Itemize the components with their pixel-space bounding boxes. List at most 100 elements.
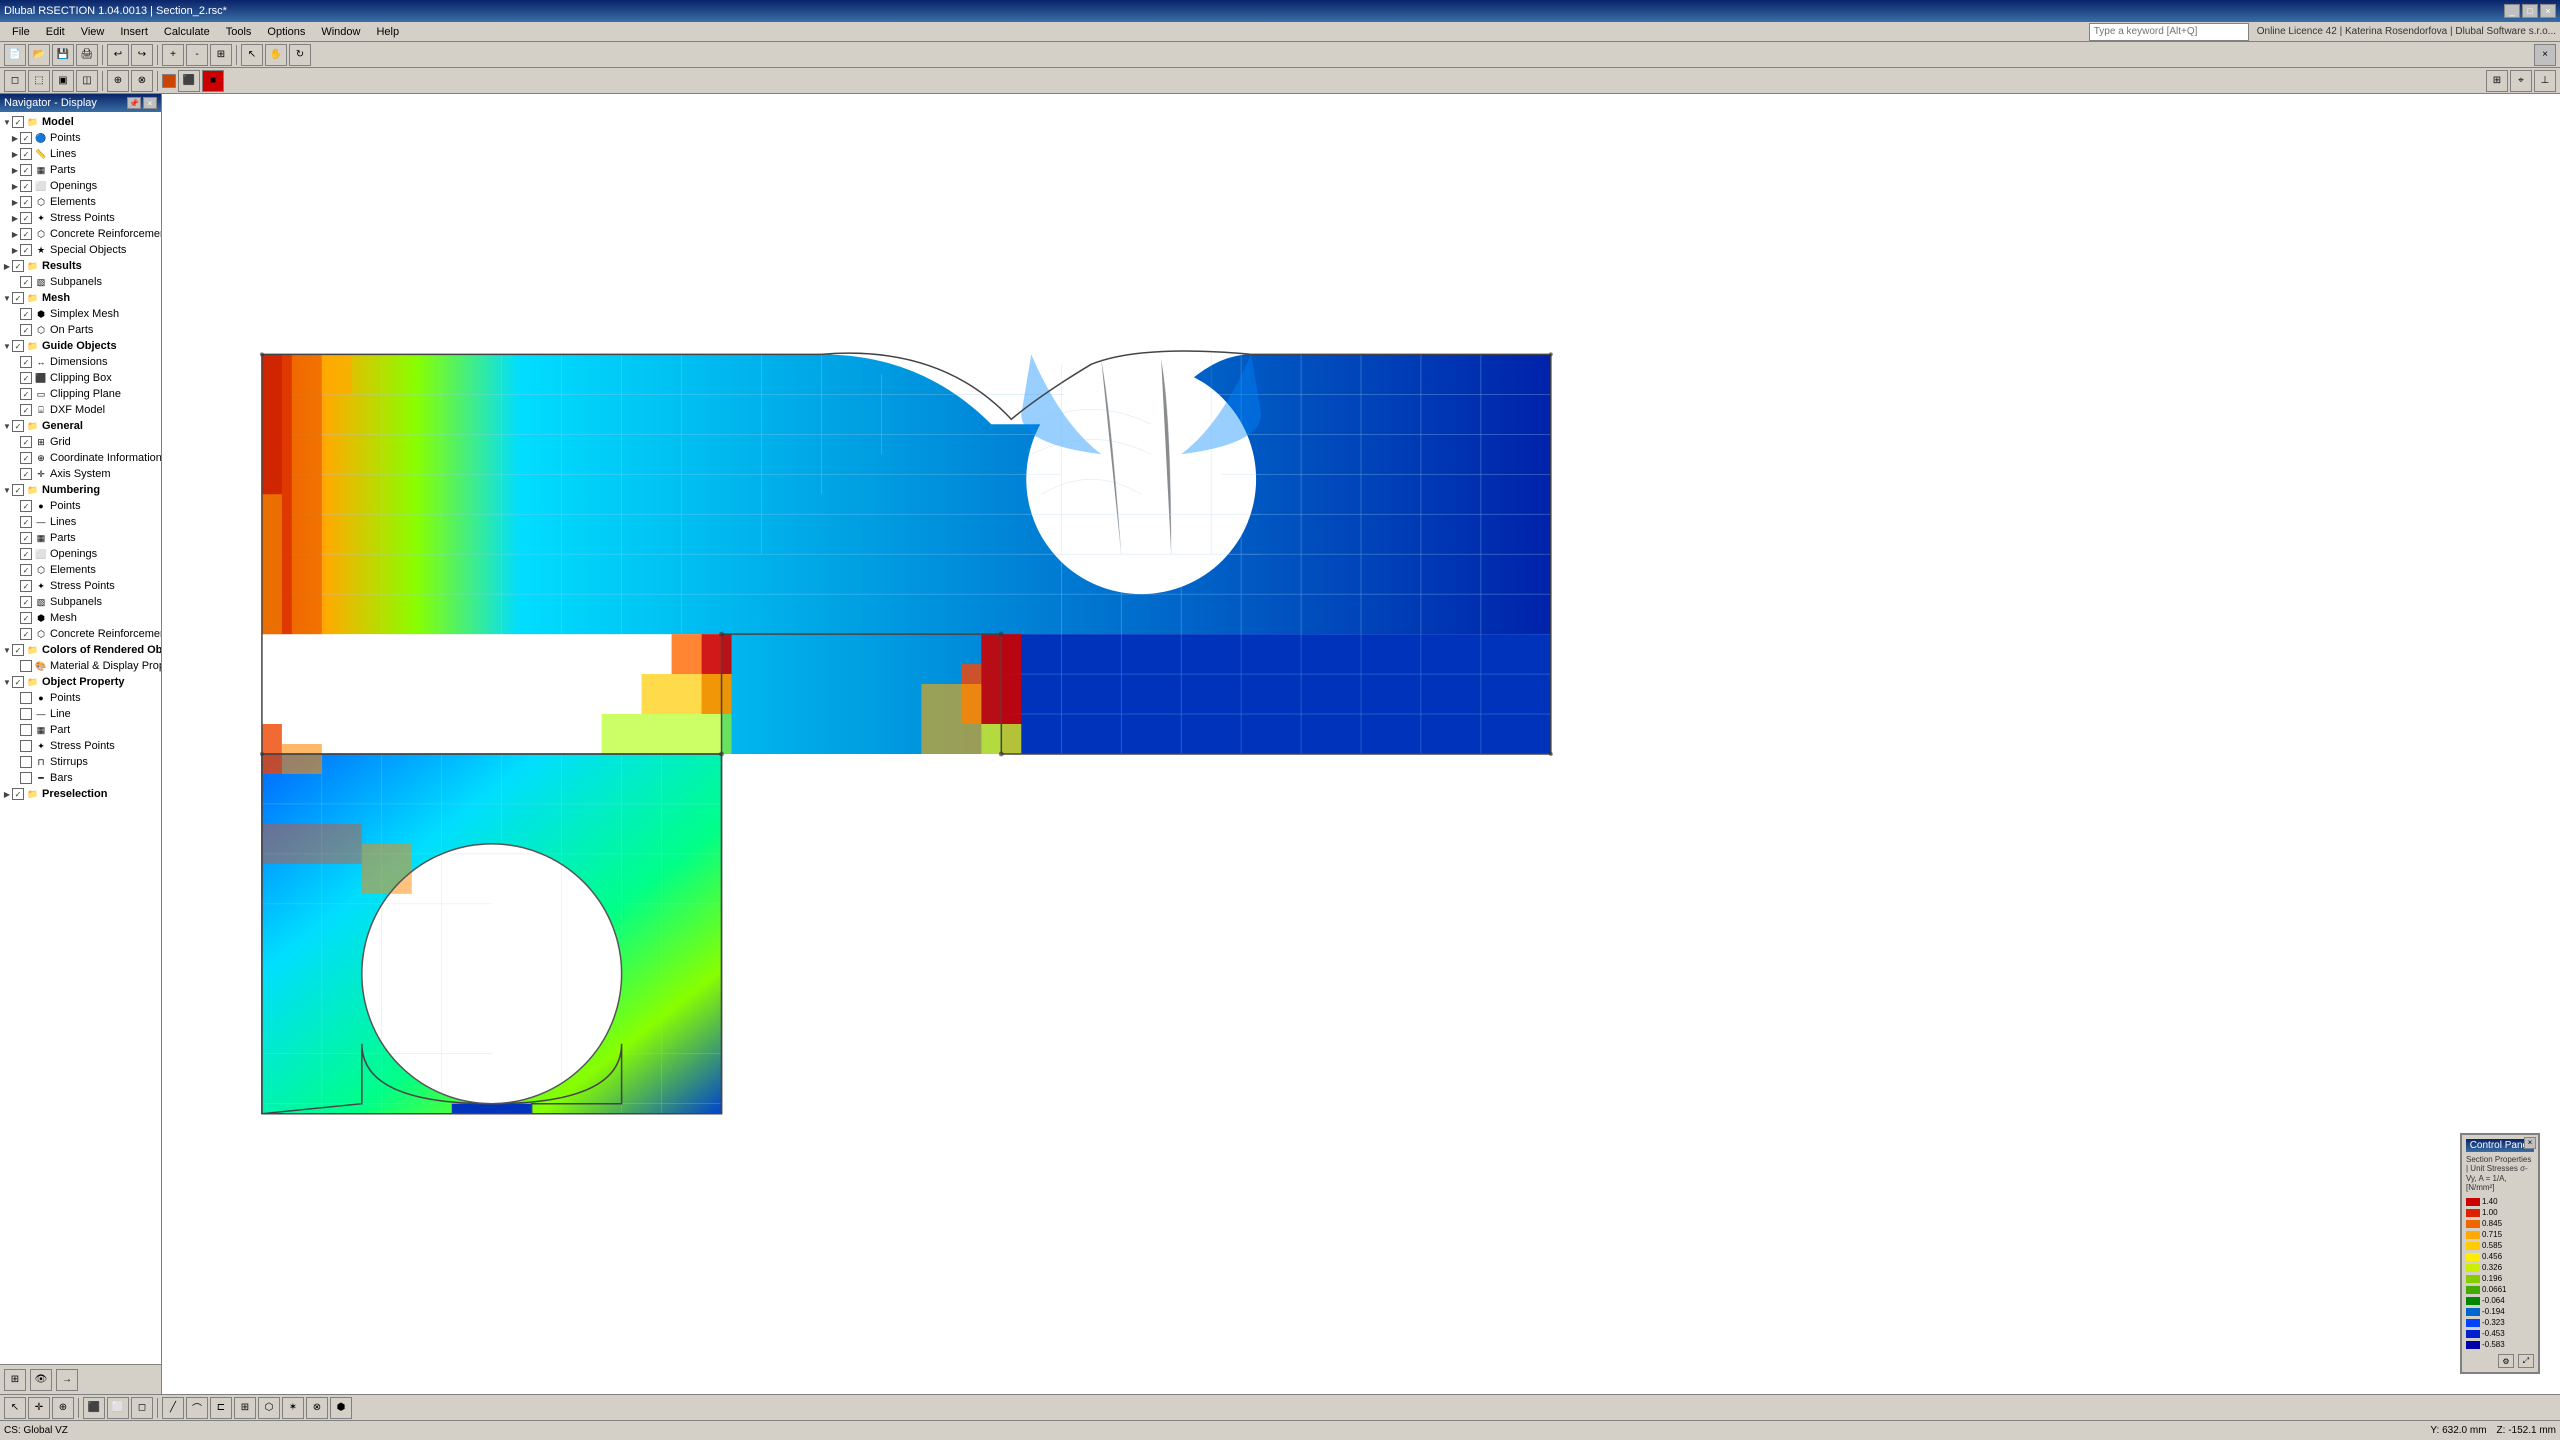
tb2-btn2[interactable]: ⬚ <box>28 70 50 92</box>
check-num-stress[interactable] <box>20 580 32 592</box>
bt-btn12[interactable]: ✶ <box>282 1397 304 1419</box>
tree-item-axis[interactable]: ✛ Axis System <box>10 466 159 482</box>
tb2-btn3[interactable]: ▣ <box>52 70 74 92</box>
print-button[interactable]: 🖨 <box>76 44 98 66</box>
check-num-concrete[interactable] <box>20 628 32 640</box>
check-special[interactable] <box>20 244 32 256</box>
nav-close-button[interactable]: × <box>143 97 157 109</box>
control-panel-close-button[interactable]: × <box>2524 1137 2536 1149</box>
tree-item-op-stress[interactable]: ✦ Stress Points <box>10 738 159 754</box>
tree-item-preselection[interactable]: ▶ 📁 Preselection <box>2 786 159 802</box>
viewport[interactable]: × Control Panel Section Properties | Uni… <box>162 94 2560 1394</box>
tree-item-op-stirrups[interactable]: ⊓ Stirrups <box>10 754 159 770</box>
menu-edit[interactable]: Edit <box>38 24 73 40</box>
check-dxf[interactable] <box>20 404 32 416</box>
tree-item-coord[interactable]: ⊕ Coordinate Information on Cursor <box>10 450 159 466</box>
tree-item-dxf[interactable]: ⌸ DXF Model <box>10 402 159 418</box>
check-numbering[interactable] <box>12 484 24 496</box>
bt-btn10[interactable]: ⊞ <box>234 1397 256 1419</box>
check-num-subpanels[interactable] <box>20 596 32 608</box>
rotate-button[interactable]: ↻ <box>289 44 311 66</box>
menu-window[interactable]: Window <box>313 24 368 40</box>
check-obj-prop[interactable] <box>12 676 24 688</box>
bt-btn9[interactable]: ⊏ <box>210 1397 232 1419</box>
check-num-openings[interactable] <box>20 548 32 560</box>
check-op-points[interactable] <box>20 692 32 704</box>
tree-item-numbering[interactable]: ▼ 📁 Numbering <box>2 482 159 498</box>
bt-btn1[interactable]: ↖ <box>4 1397 26 1419</box>
save-button[interactable]: 💾 <box>52 44 74 66</box>
bt-btn3[interactable]: ⊕ <box>52 1397 74 1419</box>
check-op-stress[interactable] <box>20 740 32 752</box>
open-button[interactable]: 📂 <box>28 44 50 66</box>
tree-item-num-openings[interactable]: ⬜ Openings <box>10 546 159 562</box>
check-results[interactable] <box>12 260 24 272</box>
tree-item-on-parts[interactable]: ⬡ On Parts <box>10 322 159 338</box>
check-op-line[interactable] <box>20 708 32 720</box>
tree-item-num-elements[interactable]: ⬡ Elements <box>10 562 159 578</box>
tb2-grid[interactable]: ⊞ <box>2486 70 2508 92</box>
minimize-button[interactable]: _ <box>2504 4 2520 18</box>
tree-item-mesh[interactable]: ▼ 📁 Mesh <box>2 290 159 306</box>
tb2-stop[interactable]: ■ <box>202 70 224 92</box>
tree-item-points[interactable]: ▶ 🔵 Points <box>10 130 159 146</box>
check-op-bars[interactable] <box>20 772 32 784</box>
tree-item-op-bars[interactable]: ━ Bars <box>10 770 159 786</box>
check-points[interactable] <box>20 132 32 144</box>
tb2-btn7[interactable]: ⬛ <box>178 70 200 92</box>
check-elements[interactable] <box>20 196 32 208</box>
pan-button[interactable]: ✋ <box>265 44 287 66</box>
check-clip-box[interactable] <box>20 372 32 384</box>
check-grid[interactable] <box>20 436 32 448</box>
zoom-in-button[interactable]: + <box>162 44 184 66</box>
tree-item-concrete[interactable]: ▶ ⬡ Concrete Reinforcement <box>10 226 159 242</box>
tree-item-clip-plane[interactable]: ▭ Clipping Plane <box>10 386 159 402</box>
nav-bottom-btn2[interactable]: 👁 <box>30 1369 52 1391</box>
check-num-elements[interactable] <box>20 564 32 576</box>
select-button[interactable]: ↖ <box>241 44 263 66</box>
check-axis[interactable] <box>20 468 32 480</box>
tree-item-num-points[interactable]: ● Points <box>10 498 159 514</box>
check-dimensions[interactable] <box>20 356 32 368</box>
check-num-points[interactable] <box>20 500 32 512</box>
check-parts[interactable] <box>20 164 32 176</box>
tb2-ortho[interactable]: ⊥ <box>2534 70 2556 92</box>
check-guide[interactable] <box>12 340 24 352</box>
tree-item-openings[interactable]: ▶ ⬜ Openings <box>10 178 159 194</box>
menu-help[interactable]: Help <box>368 24 407 40</box>
bt-btn11[interactable]: ⬡ <box>258 1397 280 1419</box>
check-model[interactable] <box>12 116 24 128</box>
tree-item-num-stress[interactable]: ✦ Stress Points <box>10 578 159 594</box>
tree-item-num-concrete[interactable]: ⬡ Concrete Reinforcement <box>10 626 159 642</box>
tree-item-special[interactable]: ▶ ★ Special Objects <box>10 242 159 258</box>
tree-item-results[interactable]: ▶ 📁 Results <box>2 258 159 274</box>
check-concrete[interactable] <box>20 228 32 240</box>
check-lines[interactable] <box>20 148 32 160</box>
tree-item-num-subpanels[interactable]: ▧ Subpanels <box>10 594 159 610</box>
bt-btn4[interactable]: ⬛ <box>83 1397 105 1419</box>
check-num-lines[interactable] <box>20 516 32 528</box>
check-simplex[interactable] <box>20 308 32 320</box>
menu-insert[interactable]: Insert <box>112 24 156 40</box>
check-subpanels[interactable] <box>20 276 32 288</box>
tb2-btn5[interactable]: ⊕ <box>107 70 129 92</box>
menu-view[interactable]: View <box>73 24 113 40</box>
tree-item-num-lines[interactable]: — Lines <box>10 514 159 530</box>
new-button[interactable]: 📄 <box>4 44 26 66</box>
tree-item-grid[interactable]: ⊞ Grid <box>10 434 159 450</box>
nav-bottom-btn3[interactable]: → <box>56 1369 78 1391</box>
close-view-button[interactable]: × <box>2534 44 2556 66</box>
tree-item-elements[interactable]: ▶ ⬡ Elements <box>10 194 159 210</box>
tree-item-model[interactable]: ▼ 📁 Model <box>2 114 159 130</box>
close-button[interactable]: × <box>2540 4 2556 18</box>
redo-button[interactable]: ↪ <box>131 44 153 66</box>
legend-settings-button[interactable]: ⚙ <box>2498 1354 2514 1368</box>
bt-btn2[interactable]: ✛ <box>28 1397 50 1419</box>
undo-button[interactable]: ↩ <box>107 44 129 66</box>
tree-item-guide[interactable]: ▼ 📁 Guide Objects <box>2 338 159 354</box>
tb2-color[interactable] <box>162 74 176 88</box>
tree-item-op-part[interactable]: ▦ Part <box>10 722 159 738</box>
check-openings[interactable] <box>20 180 32 192</box>
check-material[interactable] <box>20 660 32 672</box>
bt-btn8[interactable]: ⌒ <box>186 1397 208 1419</box>
